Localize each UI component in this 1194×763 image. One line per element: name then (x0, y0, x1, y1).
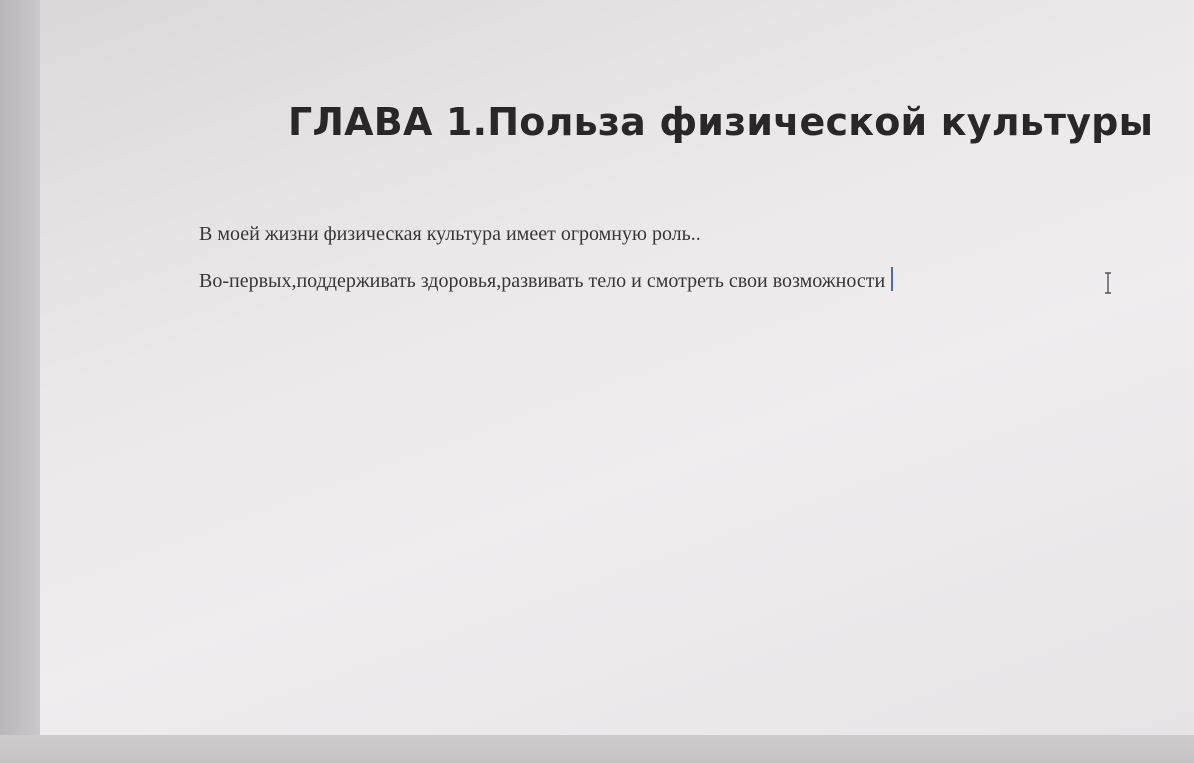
i-beam-cursor-icon (1105, 272, 1111, 294)
bottom-edge (0, 735, 1194, 763)
document-heading: ГЛАВА 1.Польза физической культуры (288, 100, 1154, 144)
left-margin-area (0, 0, 40, 763)
text-caret (891, 267, 894, 291)
paragraph-1: В моей жизни физическая культура имеет о… (199, 223, 701, 245)
paragraph-2-text: Во-первых,поддерживать здоровья,развиват… (199, 270, 886, 292)
paragraph-2: Во-первых,поддерживать здоровья,развиват… (199, 267, 894, 293)
